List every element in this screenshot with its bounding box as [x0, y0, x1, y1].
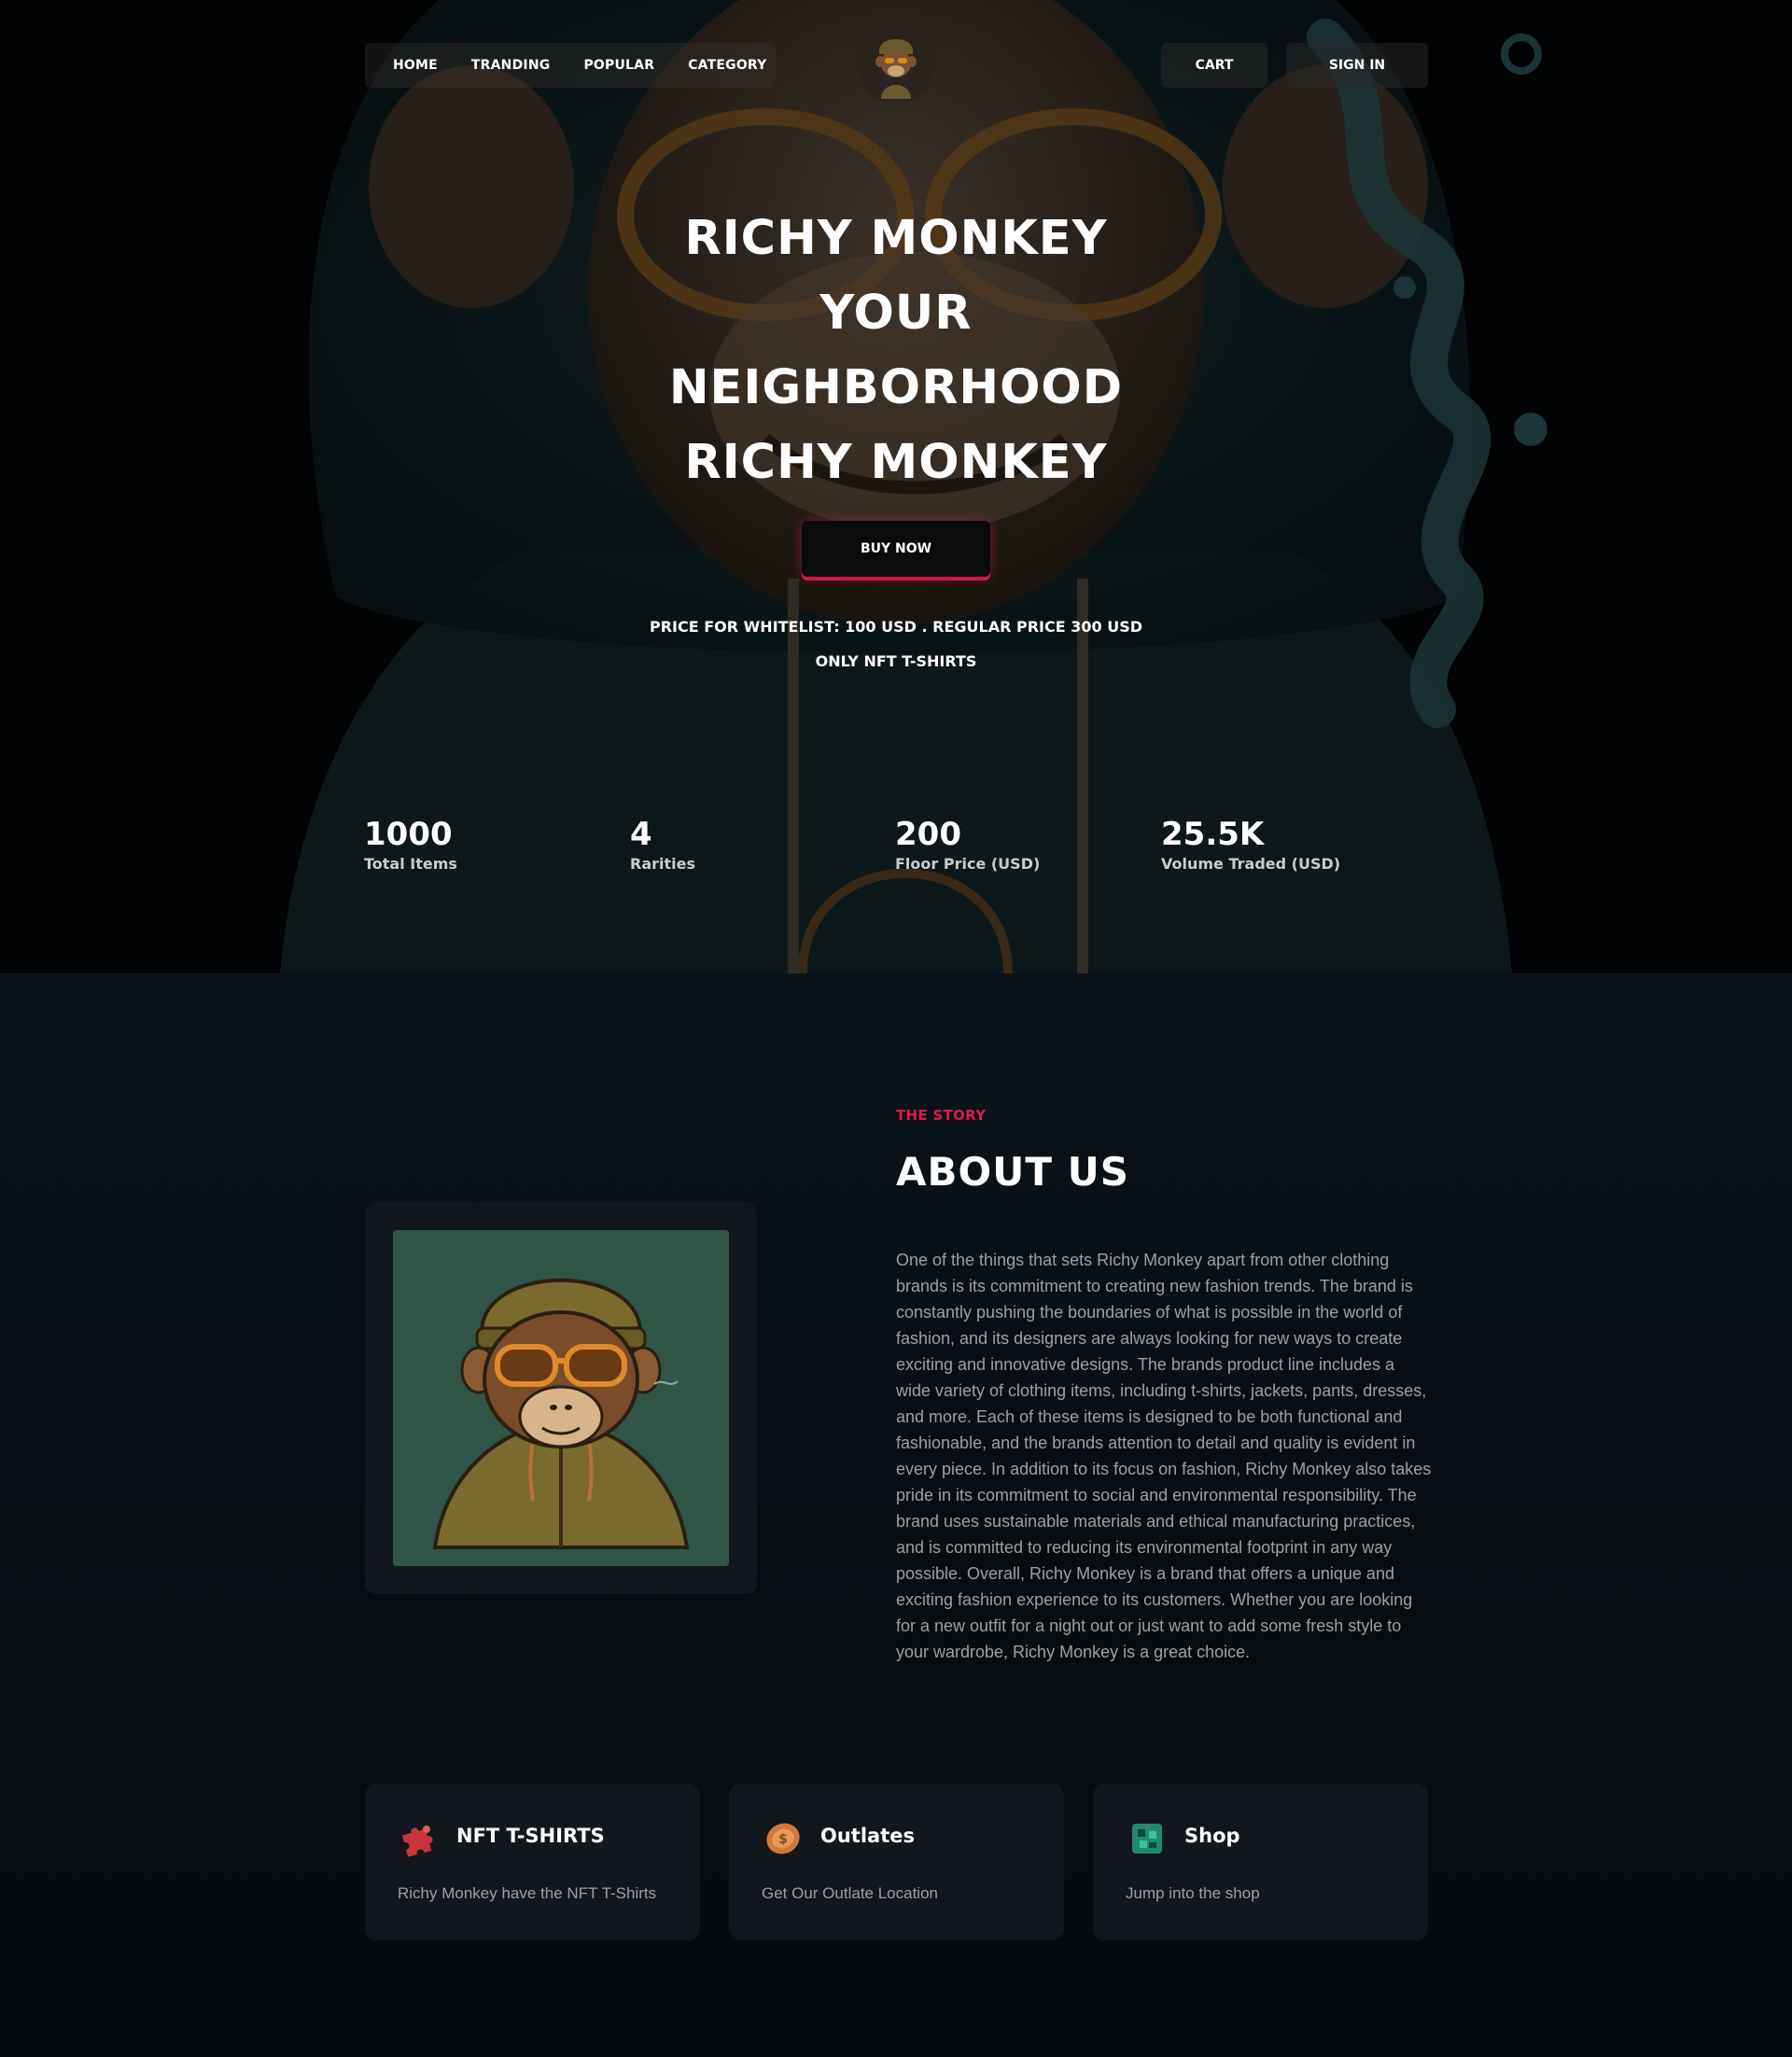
hero-title: RICHY MONKEY YOUR NEIGHBORHOOD RICHY MON…: [523, 202, 1269, 500]
price-info: PRICE FOR WHITELIST: 100 USD . REGULAR P…: [649, 618, 1142, 636]
feature-title: NFT T-SHIRTS: [456, 1825, 605, 1847]
story-kicker: THE STORY: [896, 1107, 987, 1124]
puzzle-icon: [401, 1826, 433, 1857]
stats-row: 1000 Total Items 4 Rarities 200 Floor Pr…: [364, 816, 1428, 881]
shop-icon: [1132, 1824, 1162, 1854]
main-nav: HOME TRANDING POPULAR CATEGORY: [365, 43, 776, 88]
hero-title-line-2: YOUR: [819, 286, 973, 341]
cart-button[interactable]: CART: [1161, 43, 1267, 88]
feature-cards: NFT T-SHIRTS Richy Monkey have the NFT T…: [365, 1784, 1428, 1940]
nav-trending-link[interactable]: TRANDING: [471, 58, 551, 73]
about-section: THE STORY ABOUT US One of the things tha…: [0, 973, 1792, 2057]
stat-label: Total Items: [364, 855, 457, 873]
feature-card-nft-tshirts[interactable]: NFT T-SHIRTS Richy Monkey have the NFT T…: [365, 1784, 700, 1940]
hero-title-line-4: RICHY MONKEY: [684, 435, 1108, 490]
nav-actions: CART SIGN IN: [1161, 43, 1428, 88]
only-nft-tshirts-text: ONLY NFT T-SHIRTS: [815, 652, 977, 670]
feature-card-outlates[interactable]: $ Outlates Get Our Outlate Location: [729, 1784, 1064, 1940]
stat-volume-traded: 25.5K Volume Traded (USD): [1161, 816, 1340, 873]
about-title: ABOUT US: [896, 1149, 1129, 1195]
stat-label: Rarities: [630, 855, 695, 873]
nav-home-link[interactable]: HOME: [393, 58, 438, 73]
stat-floor-price: 200 Floor Price (USD): [895, 816, 1040, 873]
nav-popular-link[interactable]: POPULAR: [583, 58, 654, 73]
svg-text:$: $: [778, 1832, 788, 1847]
feature-title: Outlates: [820, 1825, 915, 1847]
hero-section: HOME TRANDING POPULAR CATEGORY CART SIGN…: [0, 0, 1792, 973]
stat-value: 4: [630, 816, 652, 853]
stat-value: 25.5K: [1161, 816, 1265, 853]
monkey-logo-icon[interactable]: [851, 22, 941, 106]
sign-in-button[interactable]: SIGN IN: [1286, 43, 1428, 88]
stat-total-items: 1000 Total Items: [364, 816, 457, 873]
feature-desc: Get Our Outlate Location: [762, 1884, 938, 1902]
stat-value: 200: [895, 816, 961, 853]
feature-desc: Jump into the shop: [1126, 1884, 1260, 1902]
monkey-portrait-image: [393, 1230, 729, 1566]
feature-desc: Richy Monkey have the NFT T-Shirts: [398, 1884, 657, 1902]
about-image-card: [365, 1202, 757, 1594]
stat-value: 1000: [364, 816, 453, 853]
hero-title-line-1: RICHY MONKEY: [684, 211, 1108, 266]
nav-category-link[interactable]: CATEGORY: [688, 58, 766, 73]
buy-now-button[interactable]: BUY NOW: [802, 521, 990, 577]
stat-label: Volume Traded (USD): [1161, 855, 1341, 873]
stat-rarities: 4 Rarities: [630, 816, 695, 873]
coin-icon: $: [766, 1823, 800, 1854]
monkey-portrait-art: [393, 1230, 729, 1566]
feature-title: Shop: [1184, 1825, 1240, 1847]
hero-title-line-3: NEIGHBORHOOD: [668, 360, 1124, 415]
about-body-text: One of the things that sets Richy Monkey…: [896, 1251, 1432, 1661]
feature-card-shop[interactable]: Shop Jump into the shop: [1093, 1784, 1428, 1940]
stat-label: Floor Price (USD): [895, 855, 1041, 873]
